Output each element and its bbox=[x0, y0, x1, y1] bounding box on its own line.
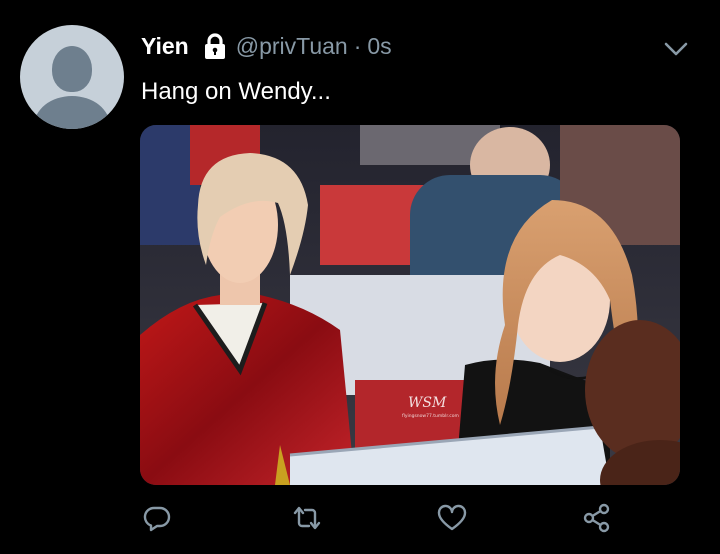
reply-icon[interactable] bbox=[139, 500, 175, 536]
chevron-down-icon[interactable] bbox=[660, 37, 692, 61]
tweet-actions bbox=[0, 496, 720, 540]
author-handle[interactable]: @privTuan bbox=[236, 33, 348, 60]
timestamp[interactable]: 0s bbox=[367, 33, 391, 60]
share-icon[interactable] bbox=[579, 500, 615, 536]
lock-icon bbox=[200, 31, 230, 61]
retweet-icon[interactable] bbox=[289, 500, 325, 536]
tweet-text: Hang on Wendy... bbox=[141, 78, 331, 105]
heart-icon[interactable] bbox=[434, 500, 470, 536]
avatar-placeholder-head bbox=[52, 46, 92, 92]
tweet-header: Yien @privTuan · 0s bbox=[141, 30, 392, 62]
avatar[interactable] bbox=[20, 25, 124, 129]
avatar-placeholder-body bbox=[34, 96, 110, 129]
watermark-subtext: flyingsnow77.tumblr.com bbox=[402, 413, 459, 419]
header-separator: · bbox=[353, 32, 362, 59]
tweet-photo[interactable]: WSM flyingsnow77.tumblr.com bbox=[140, 125, 680, 485]
author-name[interactable]: Yien bbox=[141, 33, 189, 60]
watermark-text: WSM bbox=[408, 395, 447, 411]
tweet[interactable]: Yien @privTuan · 0s Hang on Wendy... WSM… bbox=[0, 0, 720, 554]
